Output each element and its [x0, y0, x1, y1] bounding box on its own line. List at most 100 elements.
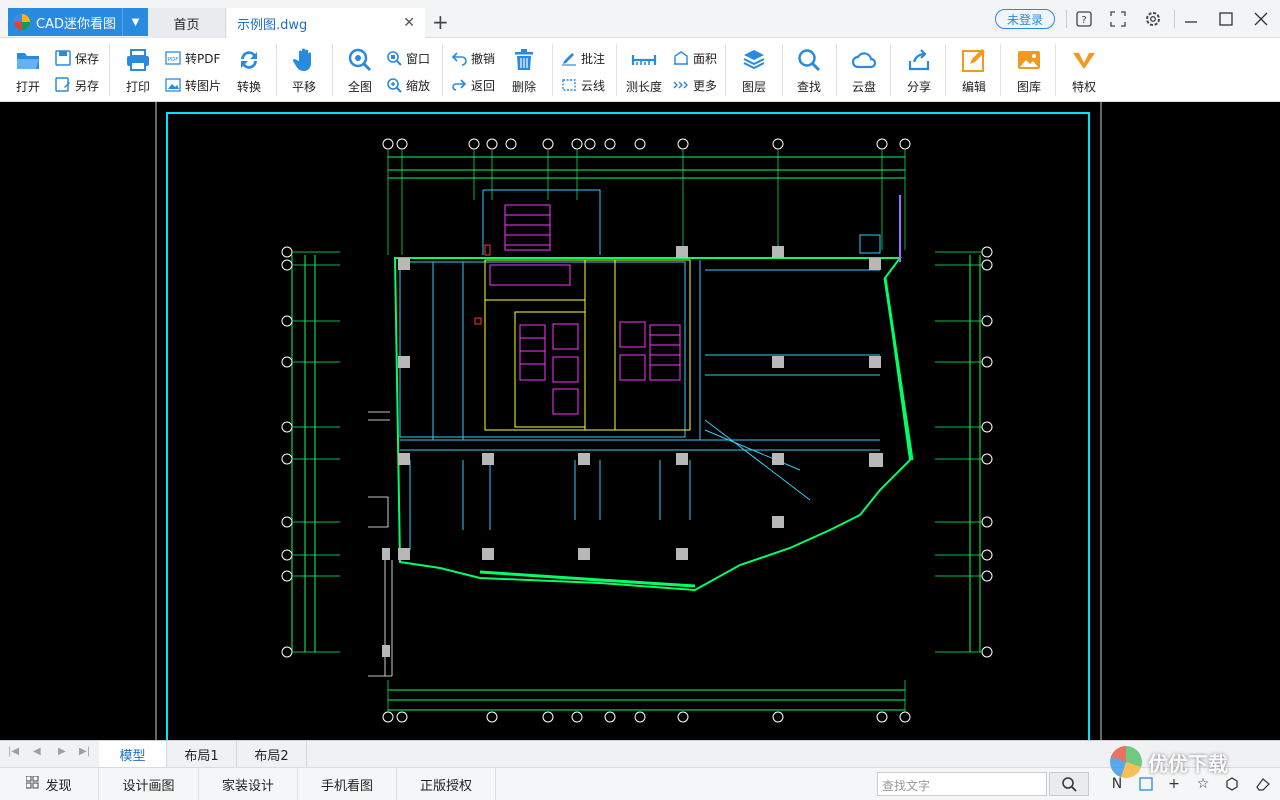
drawing-canvas[interactable]: [0, 102, 1280, 744]
divider: [945, 44, 946, 96]
help-icon[interactable]: ?: [1073, 8, 1095, 30]
text-search-input[interactable]: 查找文字: [877, 772, 1047, 796]
maximize-icon[interactable]: [1215, 8, 1237, 30]
cloud-line-button[interactable]: 云线: [561, 74, 605, 96]
ribbon-toolbar: 打开 保存 另存 打印 PDF 转PDF 转图片 转换 平移 全图 窗口 缩放: [0, 38, 1280, 102]
window-zoom-button[interactable]: 窗口: [386, 47, 430, 69]
divider: [1000, 44, 1001, 96]
cad-floor-plan: [155, 102, 1102, 744]
tab-layout1[interactable]: 布局1: [167, 741, 237, 767]
more-icon: [673, 81, 688, 89]
zoom-extents-icon: [348, 48, 372, 72]
area-icon: [674, 51, 688, 65]
convert-pdf-button[interactable]: PDF 转PDF: [165, 47, 220, 69]
divider: [782, 44, 783, 96]
find-button[interactable]: 查找: [788, 42, 830, 98]
image-icon: [165, 78, 181, 92]
save-as-button[interactable]: 另存: [55, 74, 99, 96]
pan-button[interactable]: 平移: [283, 42, 325, 98]
zoom-in-icon: [387, 78, 402, 93]
more-button[interactable]: 更多: [673, 74, 717, 96]
edit-button[interactable]: 编辑: [953, 42, 995, 98]
save-as-icon: [55, 77, 70, 92]
tab-file[interactable]: 示例图.dwg ✕: [227, 8, 425, 38]
folder-open-icon: [17, 53, 39, 69]
convert-refresh-icon: [241, 51, 257, 69]
first-tab-icon[interactable]: |◀: [8, 746, 19, 757]
tab-model[interactable]: 模型: [99, 741, 167, 767]
edit-pencil-icon: [962, 49, 985, 72]
cloud-icon: [851, 52, 877, 69]
mobile-view-link[interactable]: 手机看图: [298, 768, 397, 800]
divider: [1055, 44, 1056, 96]
cloud-disk-button[interactable]: 云盘: [843, 42, 885, 98]
next-tab-icon[interactable]: ▶: [58, 746, 66, 757]
divider: [332, 44, 333, 96]
undo-button[interactable]: 撤销: [451, 47, 495, 69]
chevron-down-icon[interactable]: ▼: [122, 8, 148, 36]
home-design-link[interactable]: 家装设计: [199, 768, 298, 800]
search-button[interactable]: [1049, 772, 1089, 796]
annotate-button[interactable]: 批注: [561, 47, 605, 69]
gallery-icon: [1018, 51, 1040, 69]
fullscreen-icon[interactable]: [1107, 8, 1129, 30]
search-icon: [798, 49, 821, 72]
convert-button[interactable]: 转换: [228, 42, 270, 98]
close-window-icon[interactable]: [1250, 8, 1272, 30]
area-button[interactable]: 面积: [673, 47, 717, 69]
back-button[interactable]: 返回: [451, 74, 495, 96]
genuine-license-link[interactable]: 正版授权: [397, 768, 496, 800]
layout-tab-bar: |◀ ◀ ▶ ▶| 模型 布局1 布局2: [0, 740, 1280, 767]
watermark-logo: 优优下载: [1110, 742, 1270, 782]
app-name: CAD迷你看图: [36, 16, 116, 32]
watermark-ball-icon: [1110, 746, 1142, 778]
full-view-button[interactable]: 全图: [339, 42, 381, 98]
svg-text:?: ?: [1081, 15, 1086, 26]
hand-pan-icon: [292, 48, 311, 71]
divider: [1174, 10, 1175, 28]
ruler-icon: [631, 55, 657, 65]
divider: [109, 44, 110, 96]
library-button[interactable]: 图库: [1008, 42, 1050, 98]
app-menu-button[interactable]: CAD迷你看图 ▼: [8, 8, 148, 36]
prev-tab-icon[interactable]: ◀: [33, 746, 41, 757]
title-bar: CAD迷你看图 ▼ 首页 示例图.dwg ✕ + 未登录 ?: [0, 0, 1280, 38]
printer-icon: [127, 49, 149, 71]
convert-image-button[interactable]: 转图片: [165, 74, 221, 96]
discover-button[interactable]: 发现: [0, 768, 99, 800]
new-tab-button[interactable]: +: [432, 10, 449, 34]
tab-layout2[interactable]: 布局2: [237, 741, 307, 767]
tab-file-label: 示例图.dwg: [237, 17, 308, 33]
svg-text:PDF: PDF: [168, 57, 179, 63]
measure-length-button[interactable]: 测长度: [623, 42, 665, 98]
search-icon: [1062, 777, 1077, 792]
save-button[interactable]: 保存: [55, 47, 99, 69]
tab-home[interactable]: 首页: [148, 8, 226, 38]
layer-button[interactable]: 图层: [733, 42, 775, 98]
divider: [1066, 10, 1067, 28]
delete-button[interactable]: 删除: [503, 42, 545, 98]
annotation-icon: [562, 53, 576, 66]
zoom-window-icon: [387, 51, 402, 66]
last-tab-icon[interactable]: ▶|: [79, 746, 90, 757]
zoom-button[interactable]: 缩放: [386, 74, 430, 96]
design-drawing-link[interactable]: 设计画图: [99, 768, 199, 800]
login-button[interactable]: 未登录: [995, 9, 1055, 29]
layers-icon: [743, 50, 765, 70]
grid-apps-icon: [25, 775, 39, 793]
close-tab-icon[interactable]: ✕: [403, 15, 415, 31]
revision-cloud-icon: [562, 79, 576, 91]
minimize-icon[interactable]: [1180, 8, 1202, 30]
print-button[interactable]: 打印: [117, 42, 159, 98]
trash-icon: [515, 49, 533, 70]
divider: [725, 44, 726, 96]
privilege-button[interactable]: 特权: [1063, 42, 1105, 98]
return-arrow-icon: [452, 79, 467, 91]
settings-gear-icon[interactable]: [1142, 8, 1164, 30]
share-icon: [908, 49, 930, 71]
divider: [442, 44, 443, 96]
open-button[interactable]: 打开: [7, 42, 49, 98]
status-bar: 发现 设计画图 家装设计 手机看图 正版授权 查找文字 N + ☆: [0, 767, 1280, 800]
share-button[interactable]: 分享: [898, 42, 940, 98]
divider: [276, 44, 277, 96]
